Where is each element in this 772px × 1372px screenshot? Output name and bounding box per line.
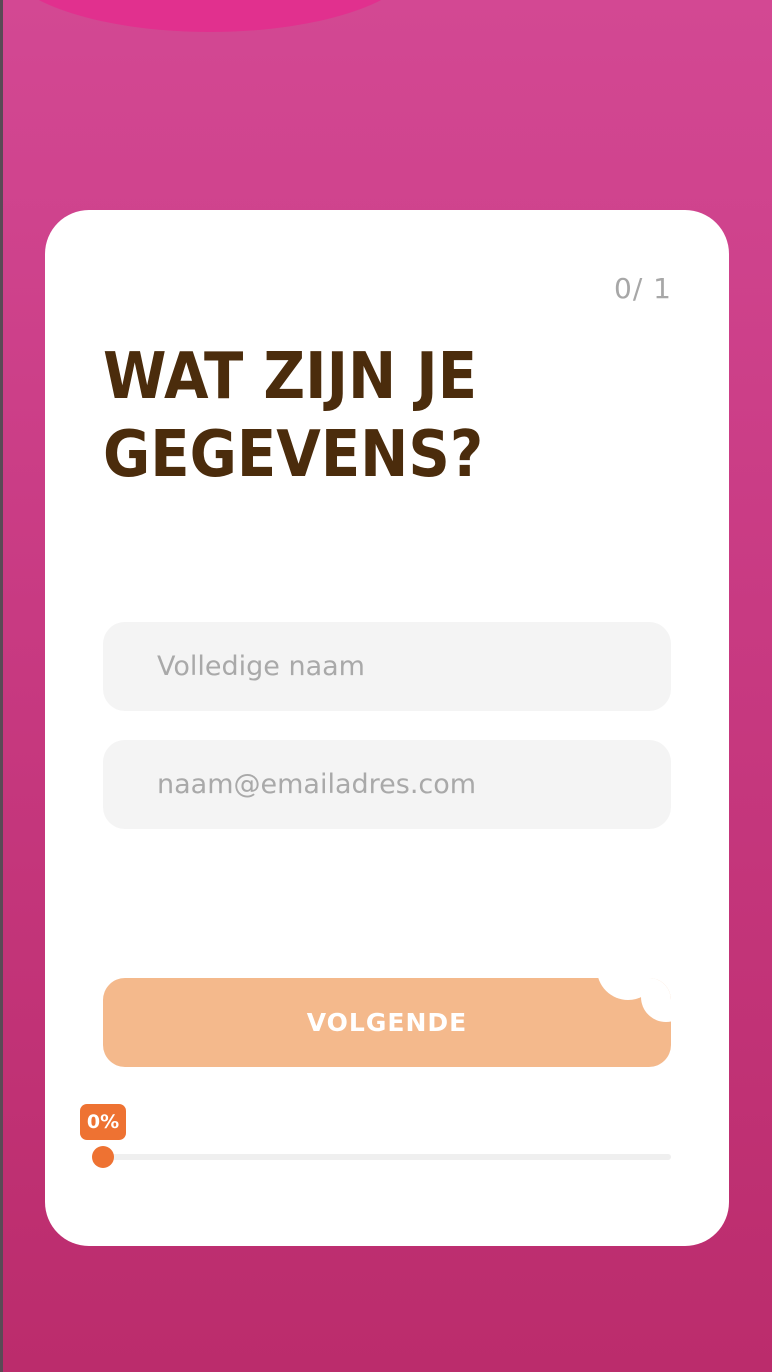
progress-knob xyxy=(92,1146,114,1168)
step-counter: 0/ 1 xyxy=(614,272,672,305)
bite-mark-decoration xyxy=(641,978,671,1022)
full-name-input[interactable] xyxy=(103,622,671,711)
page-title: Wat zijn je gegevens? xyxy=(103,340,484,492)
progress-bar xyxy=(92,1146,671,1168)
window-edge xyxy=(0,0,3,1372)
next-button[interactable]: VOLGENDE xyxy=(103,978,671,1067)
next-button-label: VOLGENDE xyxy=(306,1008,468,1037)
email-input[interactable] xyxy=(103,740,671,829)
decorative-blob xyxy=(0,0,420,32)
progress-percent-badge: 0% xyxy=(80,1104,126,1140)
